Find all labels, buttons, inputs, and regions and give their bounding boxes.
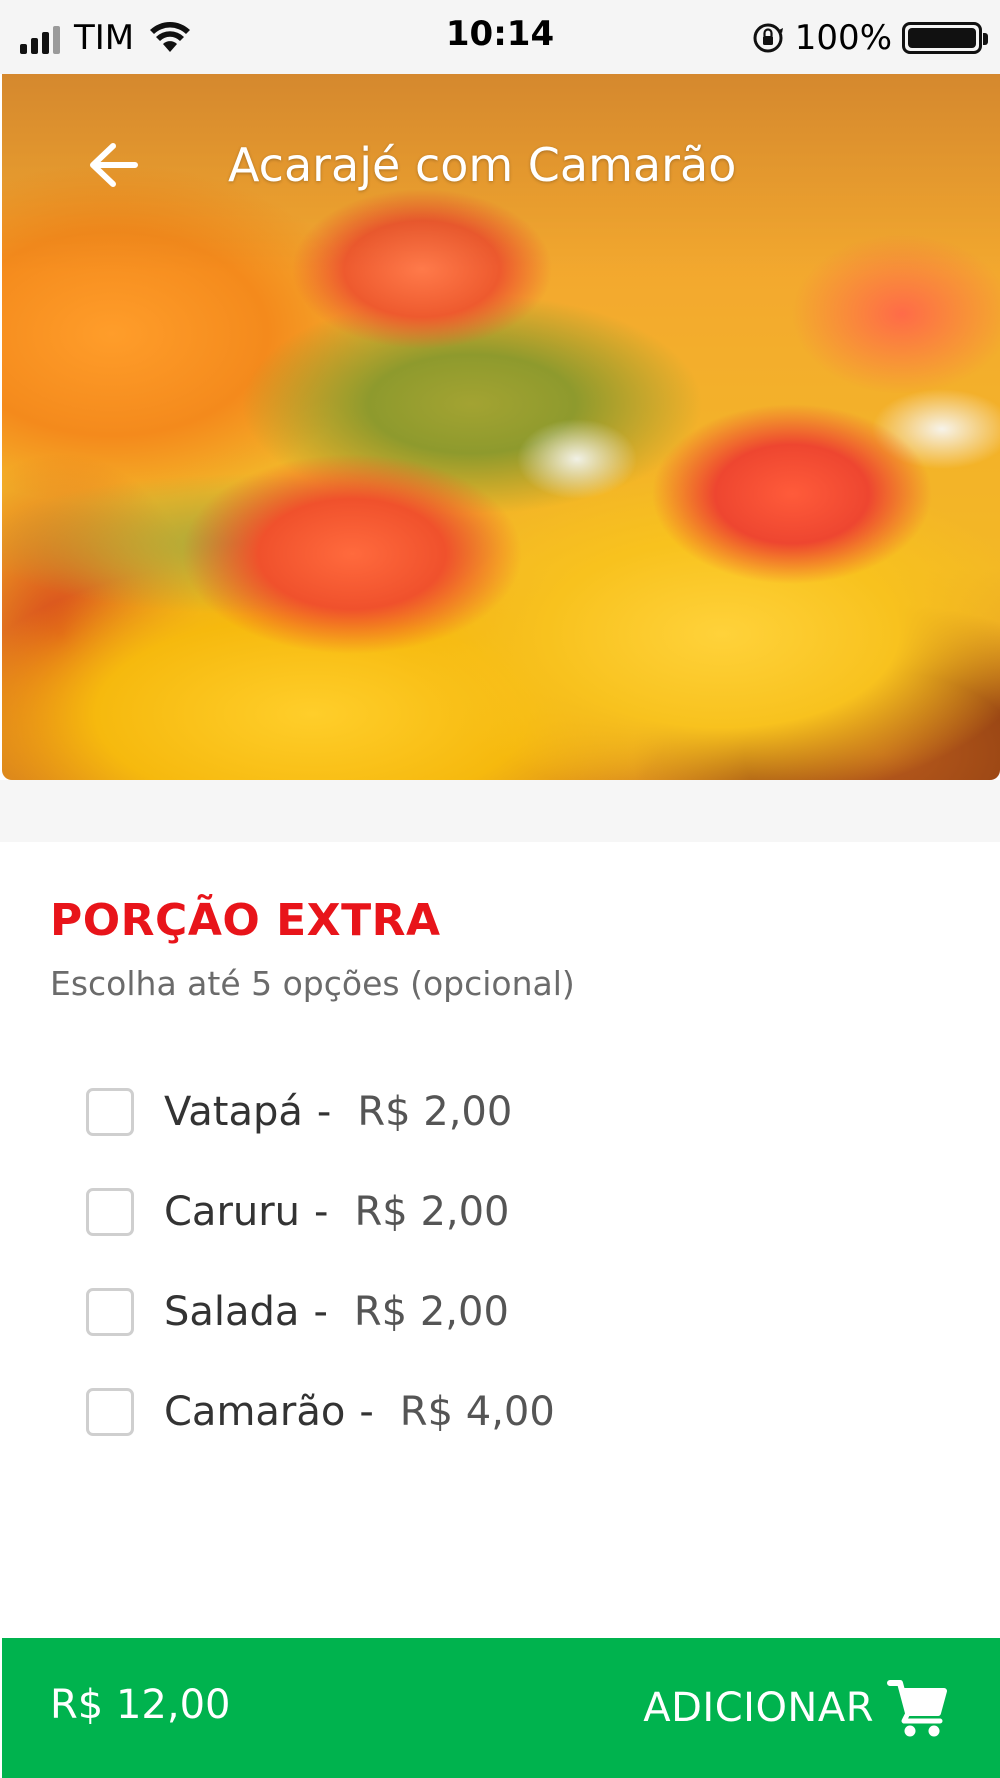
battery-percent: 100% — [794, 18, 892, 58]
page-title: Acarajé com Camarão — [228, 138, 737, 192]
orientation-lock-icon — [753, 23, 783, 53]
add-to-cart-button[interactable]: ADICIONAR — [643, 1662, 950, 1754]
arrow-left-icon — [90, 143, 138, 187]
option-price: R$ 4,00 — [399, 1389, 555, 1435]
status-right: 100% — [751, 14, 988, 62]
total-price: R$ 12,00 — [50, 1682, 231, 1728]
option-separator: - — [359, 1389, 374, 1435]
status-bar: TIM 10:14 100% — [0, 0, 1000, 74]
option-name: Salada — [164, 1289, 300, 1335]
option-price: R$ 2,00 — [354, 1189, 510, 1235]
cart-icon — [887, 1680, 947, 1737]
divider — [0, 780, 1000, 842]
option-name: Vatapá — [164, 1089, 303, 1135]
section-subtitle: Escolha até 5 opções (opcional) — [50, 964, 575, 1003]
option-camarao[interactable]: Camarão - R$ 4,00 — [86, 1362, 966, 1462]
checkbox[interactable] — [86, 1088, 134, 1136]
checkbox[interactable] — [86, 1188, 134, 1236]
checkbox[interactable] — [86, 1388, 134, 1436]
bottom-bar: R$ 12,00 ADICIONAR — [2, 1638, 1000, 1778]
option-caruru[interactable]: Caruru - R$ 2,00 — [86, 1162, 966, 1262]
back-button[interactable] — [82, 134, 144, 196]
option-price: R$ 2,00 — [353, 1289, 509, 1335]
add-button-label: ADICIONAR — [643, 1685, 874, 1731]
option-separator: - — [314, 1189, 329, 1235]
option-vatapa[interactable]: Vatapá - R$ 2,00 — [86, 1062, 966, 1162]
options-list: Vatapá - R$ 2,00 Caruru - R$ 2,00 Salada… — [86, 1062, 966, 1462]
option-price: R$ 2,00 — [357, 1089, 513, 1135]
option-separator: - — [316, 1089, 332, 1135]
option-separator: - — [313, 1289, 328, 1335]
option-salada[interactable]: Salada - R$ 2,00 — [86, 1262, 966, 1362]
section-title: PORÇÃO EXTRA — [50, 895, 441, 946]
option-name: Caruru — [164, 1189, 301, 1235]
battery-icon — [902, 22, 988, 54]
checkbox[interactable] — [86, 1288, 134, 1336]
option-name: Camarão — [164, 1389, 346, 1435]
